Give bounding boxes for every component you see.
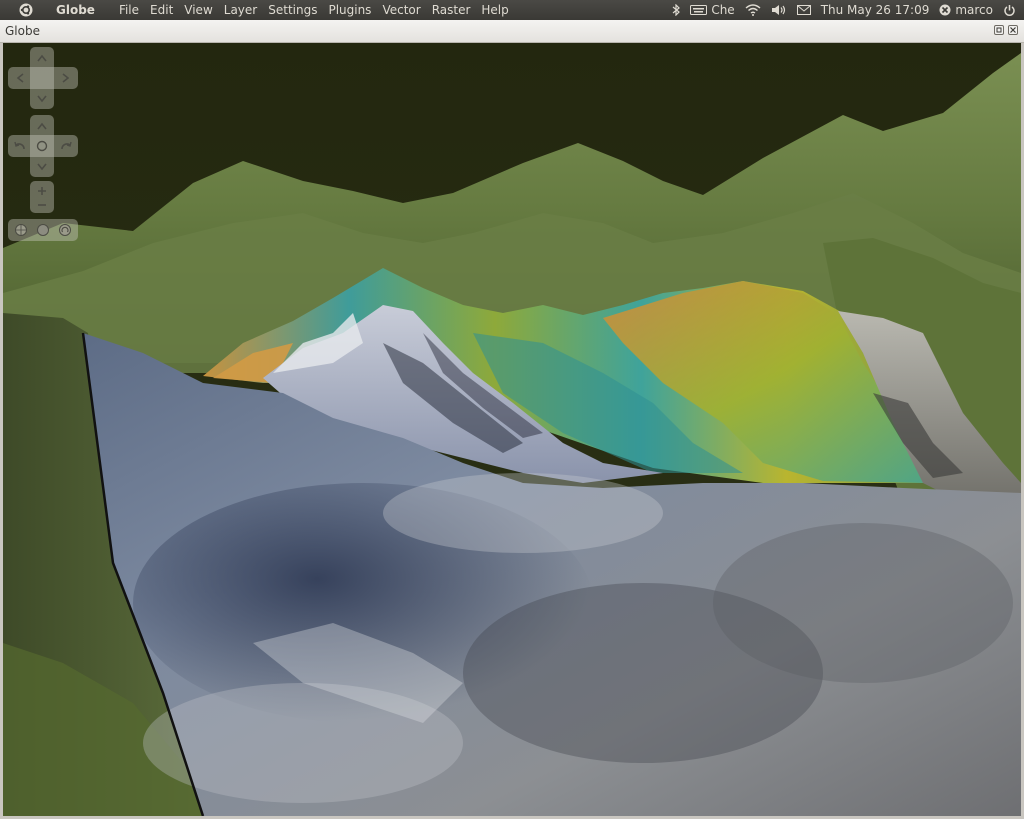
user-x-icon	[939, 4, 951, 16]
menu-settings[interactable]: Settings	[268, 3, 317, 17]
menu-bar: File Edit View Layer Settings Plugins Ve…	[119, 3, 520, 17]
top-panel: Globe File Edit View Layer Settings Plug…	[0, 0, 1024, 20]
keyboard-layout-label: Che	[711, 3, 735, 17]
chevron-down-icon	[37, 163, 47, 171]
pan-control	[8, 47, 80, 109]
rotate-right-button[interactable]	[56, 136, 76, 156]
settings-button[interactable]	[55, 220, 75, 240]
mail-icon[interactable]	[796, 5, 811, 15]
keyboard-layout-indicator[interactable]: Che	[690, 3, 735, 17]
close-button[interactable]	[1008, 25, 1018, 35]
minus-icon	[38, 204, 46, 206]
restore-button[interactable]	[994, 25, 1004, 35]
window-controls	[994, 25, 1018, 35]
chevron-left-icon	[16, 73, 24, 83]
tilt-up-button[interactable]	[32, 116, 52, 136]
menu-edit[interactable]: Edit	[150, 3, 173, 17]
menu-file[interactable]: File	[119, 3, 139, 17]
menu-help[interactable]: Help	[481, 3, 508, 17]
ubuntu-logo-icon[interactable]	[16, 0, 36, 20]
globe-icon	[15, 224, 27, 236]
clock[interactable]: Thu May 26 17:09	[821, 3, 930, 17]
system-tray: Che Thu May 26 17:09 marco	[662, 0, 1024, 20]
terrain-scene	[3, 43, 1021, 816]
restore-icon	[996, 27, 1002, 33]
home-button[interactable]	[11, 220, 31, 240]
menu-view[interactable]: View	[184, 3, 212, 17]
pan-left-button[interactable]	[10, 68, 30, 88]
window-title: Globe	[5, 24, 40, 38]
keyboard-icon	[690, 5, 708, 15]
wifi-icon[interactable]	[745, 4, 761, 16]
rotate-ccw-icon	[14, 141, 25, 150]
view-tools-control	[8, 219, 80, 243]
app-name: Globe	[56, 3, 95, 17]
pan-up-button[interactable]	[32, 48, 52, 68]
sync-extent-button[interactable]	[33, 220, 53, 240]
menu-layer[interactable]: Layer	[224, 3, 257, 17]
pan-right-button[interactable]	[56, 68, 76, 88]
reset-view-button[interactable]	[32, 136, 52, 156]
zoom-out-button[interactable]	[32, 195, 52, 215]
menu-plugins[interactable]: Plugins	[328, 3, 371, 17]
chevron-up-icon	[37, 54, 47, 62]
chevron-right-icon	[62, 73, 70, 83]
refresh-icon	[59, 224, 71, 236]
menu-raster[interactable]: Raster	[432, 3, 471, 17]
rotate-cw-icon	[61, 141, 72, 150]
chevron-down-icon	[37, 95, 47, 103]
close-icon	[1010, 27, 1016, 33]
menu-vector[interactable]: Vector	[382, 3, 420, 17]
zoom-control	[30, 181, 56, 215]
chevron-up-icon	[37, 122, 47, 130]
sphere-icon	[37, 224, 49, 236]
user-menu[interactable]: marco	[939, 3, 993, 17]
volume-icon[interactable]	[771, 4, 787, 16]
rotate-left-button[interactable]	[10, 136, 30, 156]
tilt-down-button[interactable]	[32, 157, 52, 177]
pan-down-button[interactable]	[32, 89, 52, 109]
user-name: marco	[955, 3, 993, 17]
rotate-tilt-control	[8, 115, 80, 177]
globe-3d-viewport[interactable]	[3, 43, 1021, 816]
power-icon[interactable]	[1003, 4, 1016, 17]
bluetooth-icon[interactable]	[672, 4, 681, 16]
reset-circle-icon	[36, 140, 48, 152]
window-title-bar[interactable]: Globe	[0, 20, 1024, 43]
